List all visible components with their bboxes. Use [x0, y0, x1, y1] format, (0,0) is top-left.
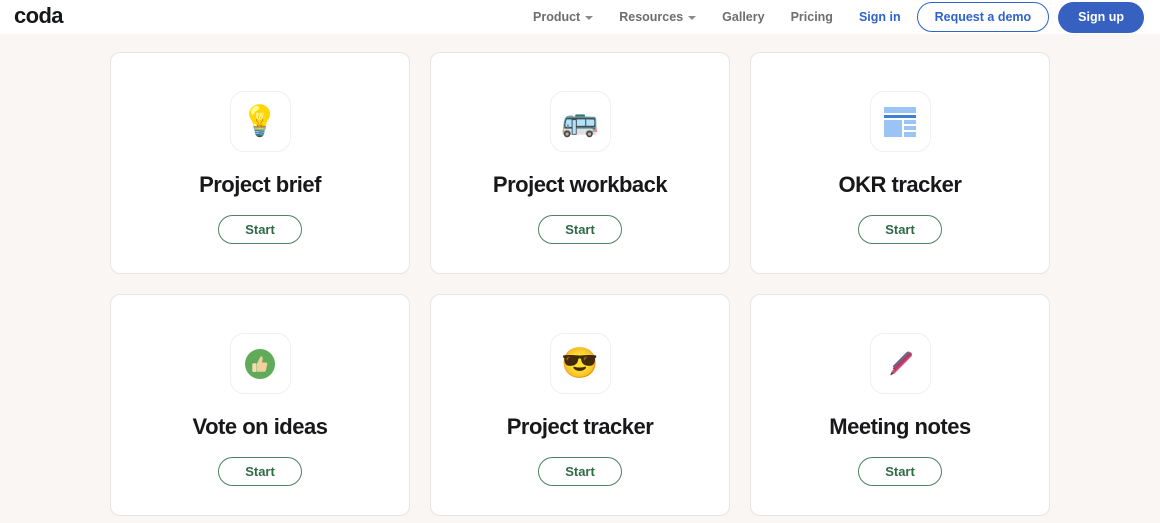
- start-button[interactable]: Start: [858, 457, 942, 487]
- nav-item-pricing[interactable]: Pricing: [778, 10, 846, 24]
- layout-grid-icon: [869, 91, 931, 152]
- template-card-grid: 💡 Project brief Start 🚌 Project workback…: [110, 52, 1050, 516]
- sign-in-link[interactable]: Sign in: [846, 10, 917, 24]
- nav-item-pricing-label: Pricing: [790, 10, 833, 24]
- card-title: OKR tracker: [838, 172, 962, 197]
- nav-item-gallery[interactable]: Gallery: [709, 10, 777, 24]
- template-gallery: 💡 Project brief Start 🚌 Project workback…: [0, 34, 1160, 516]
- site-header: coda Product Resources Gallery Pricing S…: [0, 0, 1160, 34]
- nav-item-gallery-label: Gallery: [722, 10, 765, 24]
- nav-item-product-label: Product: [533, 10, 581, 24]
- thumbs-up-icon: [229, 333, 291, 394]
- card-title: Meeting notes: [829, 414, 971, 439]
- template-card-project-brief[interactable]: 💡 Project brief Start: [110, 52, 410, 274]
- nav-item-product[interactable]: Product: [520, 10, 606, 24]
- chevron-down-icon: [585, 16, 594, 20]
- sunglasses-face-icon: 😎: [549, 333, 611, 394]
- chevron-down-icon: [688, 16, 697, 20]
- start-button[interactable]: Start: [218, 457, 302, 487]
- card-title: Project brief: [199, 172, 321, 197]
- nav-item-resources-label: Resources: [619, 10, 684, 24]
- nav-item-resources[interactable]: Resources: [606, 10, 709, 24]
- start-button[interactable]: Start: [538, 215, 622, 245]
- coda-logo[interactable]: coda: [14, 5, 64, 27]
- main-navigation: Product Resources Gallery Pricing Sign i…: [520, 1, 1144, 33]
- template-card-project-tracker[interactable]: 😎 Project tracker Start: [430, 294, 730, 516]
- start-button[interactable]: Start: [858, 215, 942, 245]
- pen-icon: [869, 333, 931, 394]
- template-card-project-workback[interactable]: 🚌 Project workback Start: [430, 52, 730, 274]
- template-card-vote-on-ideas[interactable]: Vote on ideas Start: [110, 294, 410, 516]
- card-title: Vote on ideas: [192, 414, 328, 439]
- bus-icon: 🚌: [549, 91, 611, 152]
- request-demo-button[interactable]: Request a demo: [916, 2, 1050, 32]
- start-button[interactable]: Start: [218, 215, 302, 245]
- template-card-meeting-notes[interactable]: Meeting notes Start: [750, 294, 1050, 516]
- sign-up-button[interactable]: Sign up: [1058, 1, 1144, 33]
- card-title: Project workback: [492, 172, 668, 197]
- card-title: Project tracker: [506, 414, 654, 439]
- start-button[interactable]: Start: [538, 457, 622, 487]
- lightbulb-icon: 💡: [229, 91, 291, 152]
- template-card-okr-tracker[interactable]: OKR tracker Start: [750, 52, 1050, 274]
